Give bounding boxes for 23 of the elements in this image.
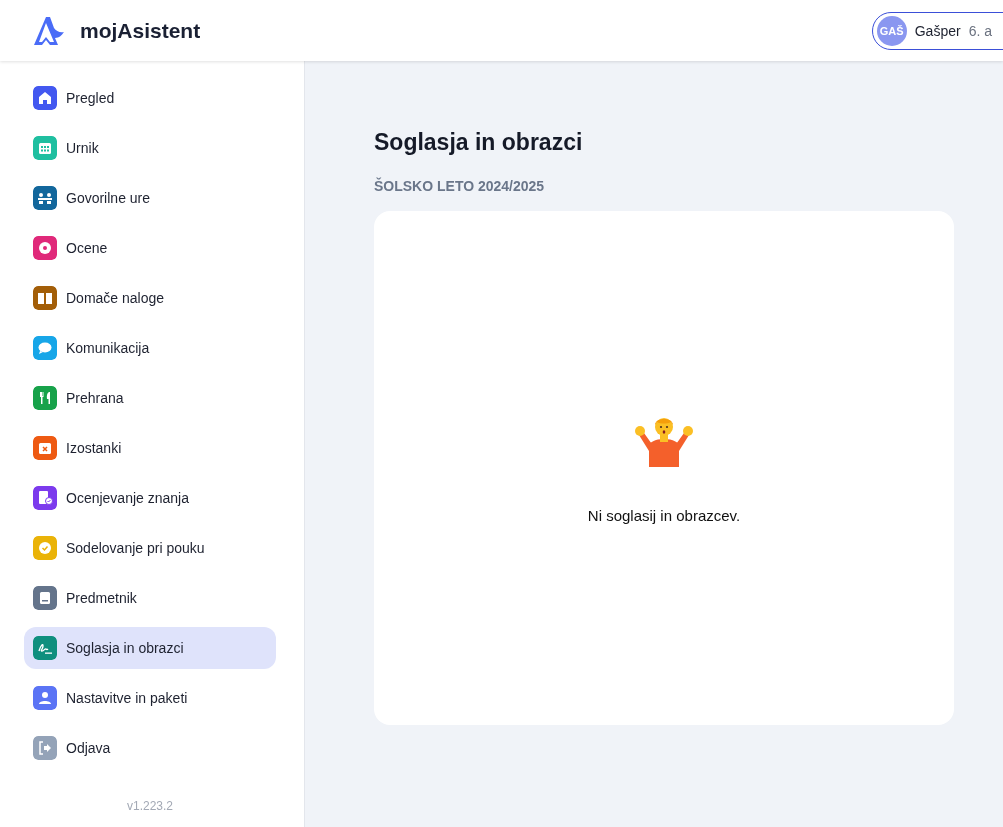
sidebar-item[interactable]: Nastavitve in paketi — [24, 677, 276, 719]
user-avatar: GAŠ — [876, 15, 907, 46]
sidebar-item[interactable]: Prehrana — [24, 377, 276, 419]
sidebar-item[interactable]: Ocenjevanje znanja — [24, 477, 276, 519]
version-text: v1.223.2 — [125, 799, 174, 813]
user-menu-button[interactable]: GAŠ Gašper 6. a — [871, 11, 1003, 50]
sidebar-item[interactable]: Govorilne ure — [24, 177, 276, 219]
page-title: Soglasja in obrazci — [374, 129, 584, 156]
sidebar-item[interactable]: Domače naloge — [24, 277, 276, 319]
school-year-heading: ŠOLSKO LETO 2024/2025 — [374, 178, 546, 194]
sidebar-item[interactable]: Komunikacija — [24, 327, 276, 369]
user-class: 6. a — [968, 22, 992, 39]
sidebar-item[interactable]: Sodelovanje pri pouku — [24, 527, 276, 569]
empty-message: Ni soglasij in obrazcev. — [587, 506, 741, 524]
sidebar-item[interactable]: Izostanki — [24, 427, 276, 469]
sidebar-item[interactable]: Soglasja in obrazci — [24, 627, 276, 669]
sidebar-item[interactable]: Odjava — [24, 727, 276, 769]
sidebar-item[interactable]: Predmetnik — [24, 577, 276, 619]
sidebar-item[interactable]: Ocene — [24, 227, 276, 269]
user-name: Gašper — [914, 22, 961, 39]
sidebar-item[interactable]: Urnik — [24, 127, 276, 169]
logo-text: mojAsistent — [80, 18, 201, 43]
sidebar-item[interactable]: Pregled — [24, 77, 276, 119]
